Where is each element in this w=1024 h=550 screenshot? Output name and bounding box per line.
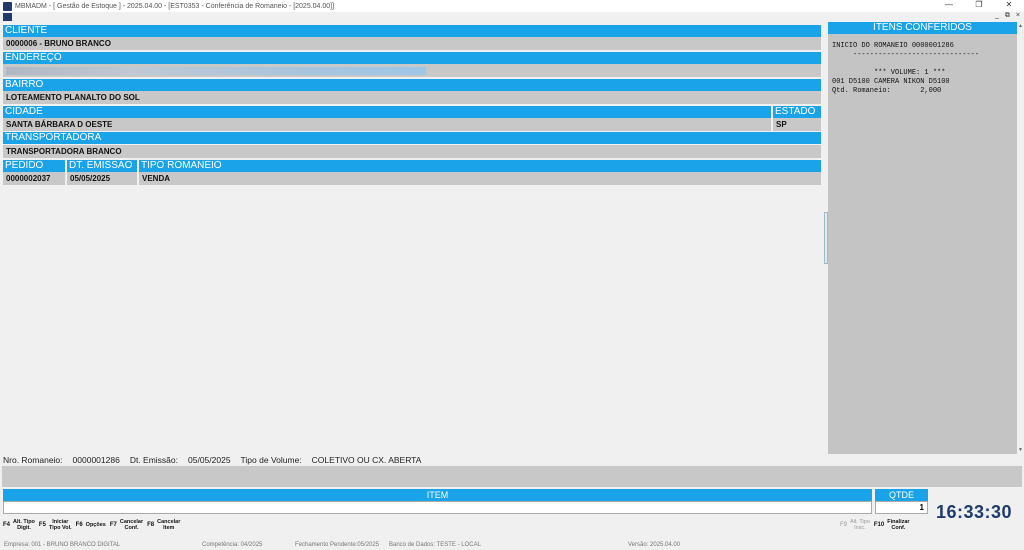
dt-emissao-header: DT. EMISSÃO (67, 160, 137, 172)
item-header: ITEM (3, 489, 872, 501)
itens-conferidos-panel: ITENS CONFERIDOS INICIO DO ROMANEIO 0000… (828, 22, 1017, 454)
minimize-button[interactable]: — (934, 0, 964, 9)
f6-label: Opções (85, 522, 106, 528)
window-controls: — ❐ ✕ (934, 0, 1024, 9)
bairro-header: BAIRRO (3, 79, 821, 91)
window-titlebar: MBMADM - [ Gestão de Estoque ] - 2025.04… (0, 0, 1024, 12)
bairro-value: LOTEAMENTO PLANALTO DO SOL (3, 91, 821, 104)
scroll-up-icon[interactable]: ▲ (1018, 23, 1023, 29)
status-versao: Versão: 2025.04.00 (628, 542, 681, 548)
itens-conferidos-header: ITENS CONFERIDOS (828, 22, 1017, 34)
itens-conferidos-scrollbar[interactable]: ▲ ▼ (1017, 22, 1024, 454)
f4-label: Alt. Tipo Digit. (13, 519, 35, 531)
f9-key: F9 (840, 522, 848, 528)
f9-label: Alt. Tipo Insc. (850, 519, 870, 531)
mdi-controls: _ ⧉ × (995, 12, 1020, 20)
pedido-header: PEDIDO (3, 160, 65, 172)
f4-button[interactable]: F4 Alt. Tipo Digit. (3, 519, 35, 531)
dt-emissao-info-value: 05/05/2025 (188, 455, 231, 465)
f8-key: F8 (147, 522, 155, 528)
mdi-app-icon[interactable] (3, 13, 12, 21)
pedido-value: 0000002037 (3, 172, 65, 185)
mdi-close-button[interactable]: × (1016, 12, 1020, 20)
endereco-redacted (6, 67, 426, 75)
f4-key: F4 (3, 522, 11, 528)
cliente-value: 0000006 - BRUNO BRANCO (3, 37, 821, 50)
f5-button[interactable]: F5 Iniciar Tipo Vol. (39, 519, 72, 531)
cidade-header: CIDADE (3, 106, 771, 118)
estado-value: SP (773, 118, 821, 131)
f10-button[interactable]: F10 Finalizar Conf. (874, 519, 910, 531)
f10-key: F10 (873, 522, 885, 528)
nro-romaneio-value: 0000001286 (72, 455, 120, 465)
nro-romaneio-label: Nro. Romaneio: (3, 455, 63, 465)
status-bar: Empresa: 001 - BRUNO BRANCO DIGITAL Comp… (0, 540, 1024, 550)
close-button[interactable]: ✕ (994, 0, 1024, 9)
mdi-minimize-button[interactable]: _ (995, 12, 999, 20)
tipo-volume-label: Tipo de Volume: (240, 455, 302, 465)
dt-emissao-value: 05/05/2025 (67, 172, 137, 185)
endereco-header: ENDEREÇO (3, 52, 821, 64)
f8-label: Cancelar Item (157, 519, 181, 531)
f6-button[interactable]: F6 Opções (76, 522, 106, 528)
clock: 16:33:30 (936, 502, 1013, 522)
tipo-romaneio-value: VENDA (139, 172, 821, 185)
item-input[interactable] (3, 501, 872, 514)
transportadora-value: TRANSPORTADORA BRANCO (3, 145, 821, 158)
romaneio-info: Nro. Romaneio: 0000001286 Dt. Emissão: 0… (3, 455, 421, 465)
f7-key: F7 (109, 522, 117, 528)
f7-button[interactable]: F7 Cancelar Conf. (110, 519, 143, 531)
function-keys-right: F9 Alt. Tipo Insc. F10 Finalizar Conf. (840, 519, 910, 531)
app-icon (3, 1, 12, 11)
qtde-input[interactable]: 1 (875, 501, 928, 514)
qtde-header: QTDE (875, 489, 928, 501)
cidade-value: SANTA BÁRBARA D OESTE (3, 118, 771, 131)
status-empresa: Empresa: 001 - BRUNO BRANCO DIGITAL (4, 542, 121, 548)
message-bar (2, 466, 1022, 487)
mdi-restore-button[interactable]: ⧉ (1005, 12, 1010, 20)
f6-key: F6 (75, 522, 83, 528)
f5-label: Iniciar Tipo Vol. (48, 519, 72, 531)
function-keys: F4 Alt. Tipo Digit. F5 Iniciar Tipo Vol. F… (3, 519, 180, 531)
transportadora-header: TRANSPORTADORA (3, 132, 821, 144)
status-banco: Banco de Dados: TESTE - LOCAL (389, 542, 481, 548)
maximize-button[interactable]: ❐ (964, 0, 994, 9)
mdi-bar: _ ⧉ × (0, 12, 1024, 22)
dt-emissao-info-label: Dt. Emissão: (129, 455, 178, 465)
tipo-volume-value: COLETIVO OU CX. ABERTA (311, 455, 422, 465)
f5-key: F5 (38, 522, 46, 528)
window-title: MBMADM - [ Gestão de Estoque ] - 2025.04… (15, 2, 335, 10)
f9-button[interactable]: F9 Alt. Tipo Insc. (840, 519, 870, 531)
status-fechamento: Fechamento Pendente:05/2025 (295, 542, 380, 548)
cliente-header: CLIENTE (3, 25, 821, 37)
f7-label: Cancelar Conf. (119, 519, 144, 531)
scroll-down-icon[interactable]: ▼ (1018, 447, 1023, 453)
itens-conferidos-log: INICIO DO ROMANEIO 0000001286 ----------… (832, 42, 980, 95)
f8-button[interactable]: F8 Cancelar Item (147, 519, 180, 531)
estado-header: ESTADO (773, 106, 821, 118)
tipo-romaneio-header: TIPO ROMANEIO (139, 160, 821, 172)
f10-label: Finalizar Conf. (887, 519, 910, 531)
status-competencia: Competência: 04/2025 (202, 542, 263, 548)
